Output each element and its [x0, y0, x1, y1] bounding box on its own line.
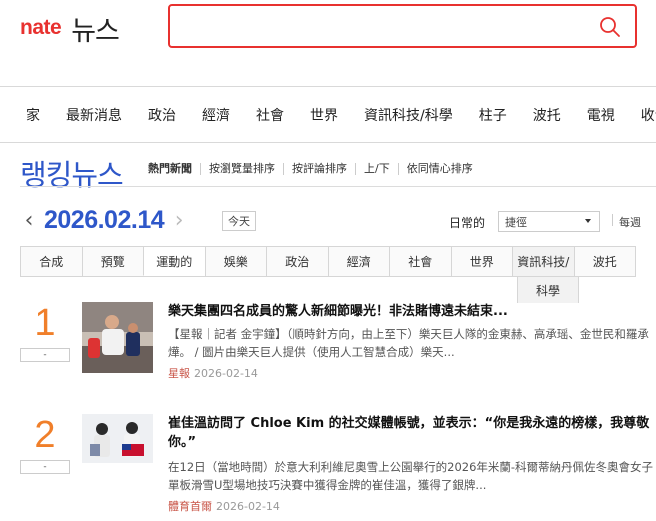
- ranking-tab[interactable]: 依同情心排序: [397, 163, 481, 175]
- logo-section: 뉴스: [71, 15, 120, 47]
- article-meta: 體育首爾 2026-02-14: [168, 498, 280, 514]
- news-item[interactable]: 2 - 崔佳溫訪問了 Chloe Kim 的社交媒體帳號，並表示：“你是我永遠的…: [20, 414, 656, 514]
- main-nav-item[interactable]: 世界: [310, 105, 338, 125]
- main-nav: 家 最新消息 政治 經濟 社會 世界 資訊科技/科學 柱子 波托 電視 收音: [0, 86, 656, 143]
- today-button[interactable]: 今天: [222, 211, 256, 231]
- news-item[interactable]: 1 - 樂天集團四名成員的驚人新細節曝光！非法賭博遠未結束... 【星報｜記者 …: [20, 302, 656, 392]
- article-source[interactable]: 星報: [168, 367, 190, 380]
- search-input[interactable]: [168, 4, 637, 48]
- article-date: 2026-02-14: [216, 500, 280, 513]
- main-nav-item[interactable]: 波托: [533, 105, 561, 125]
- category-tabs: 合成 預覽 運動的 娛樂 政治 經濟 社會 世界 資訊科技/波托: [20, 246, 636, 277]
- article-source[interactable]: 體育首爾: [168, 500, 212, 513]
- category-tab[interactable]: 運動的: [143, 247, 205, 276]
- article-thumbnail[interactable]: [82, 302, 153, 373]
- ranking-tab[interactable]: 熱門新聞: [148, 163, 200, 175]
- main-nav-item[interactable]: 柱子: [479, 105, 507, 125]
- period-select[interactable]: 捷徑: [498, 211, 600, 232]
- main-nav-item[interactable]: 收音: [641, 105, 656, 125]
- main-nav-item[interactable]: 電視: [587, 105, 615, 125]
- main-nav-item[interactable]: 政治: [148, 105, 176, 125]
- rank-number: 1: [34, 302, 56, 344]
- article-summary: 【星報｜記者 金宇鐘】（順時針方向，由上至下）樂天巨人隊的金東赫、高承瑶、金世民…: [168, 327, 649, 359]
- article-meta: 星報 2026-02-14: [168, 365, 258, 381]
- category-tab-overflow[interactable]: 科學: [517, 277, 579, 303]
- category-tab[interactable]: 政治: [266, 247, 328, 276]
- divider: [20, 186, 656, 187]
- category-tab[interactable]: 波托: [573, 247, 636, 276]
- category-tab[interactable]: 世界: [450, 247, 513, 276]
- nate-news-logo[interactable]: nate 뉴스: [20, 12, 120, 47]
- current-date: 2026.02.14: [44, 205, 165, 234]
- ranking-tab[interactable]: 按瀏覽量排序: [200, 163, 283, 175]
- article-thumbnail[interactable]: [82, 414, 153, 463]
- date-navigator: ‹ 2026.02.14 ›: [20, 205, 188, 235]
- category-tab[interactable]: 經濟: [327, 247, 390, 276]
- category-tab[interactable]: 資訊科技/: [512, 247, 574, 276]
- article-title[interactable]: 崔佳溫訪問了 Chloe Kim 的社交媒體帳號，並表示：“你是我永遠的榜樣，我…: [168, 414, 656, 452]
- period-label: 日常的: [449, 216, 486, 230]
- prev-date-icon[interactable]: ‹: [20, 208, 38, 233]
- article-title[interactable]: 樂天集團四名成員的驚人新細節曝光！非法賭博遠未結束...: [168, 302, 656, 321]
- ranking-tab[interactable]: 按評論排序: [283, 163, 355, 175]
- rank-change-badge: -: [20, 460, 70, 474]
- category-tab[interactable]: 預覽: [81, 247, 144, 276]
- article-date: 2026-02-14: [194, 367, 258, 380]
- rank-change-badge: -: [20, 348, 70, 362]
- rank-number: 2: [34, 414, 56, 456]
- weekly-link[interactable]: 每週: [619, 214, 641, 230]
- ranking-tab[interactable]: 上/下: [355, 163, 398, 175]
- main-nav-item[interactable]: 最新消息: [66, 105, 122, 125]
- divider: [612, 214, 613, 226]
- logo-brand: nate: [20, 16, 62, 39]
- period-select-value: 捷徑: [505, 215, 527, 229]
- chevron-down-icon: [585, 219, 591, 223]
- ranking-title: 랭킹뉴스: [20, 158, 124, 192]
- next-date-icon[interactable]: ›: [170, 208, 188, 233]
- main-nav-item[interactable]: 經濟: [202, 105, 230, 125]
- category-tab[interactable]: 娛樂: [204, 247, 267, 276]
- search-icon[interactable]: [599, 16, 621, 38]
- ranking-tabs: 熱門新聞 按瀏覽量排序 按評論排序 上/下 依同情心排序: [148, 163, 481, 175]
- category-tab[interactable]: 合成: [21, 247, 82, 276]
- main-nav-item[interactable]: 家: [26, 105, 40, 125]
- category-tab[interactable]: 社會: [389, 247, 451, 276]
- main-nav-item[interactable]: 資訊科技/科學: [364, 105, 453, 125]
- main-nav-item[interactable]: 社會: [256, 105, 284, 125]
- article-summary: 在12日（當地時間）於意大利利維尼奧雪上公園舉行的2026年米蘭-科爾蒂納丹佩佐…: [168, 460, 654, 492]
